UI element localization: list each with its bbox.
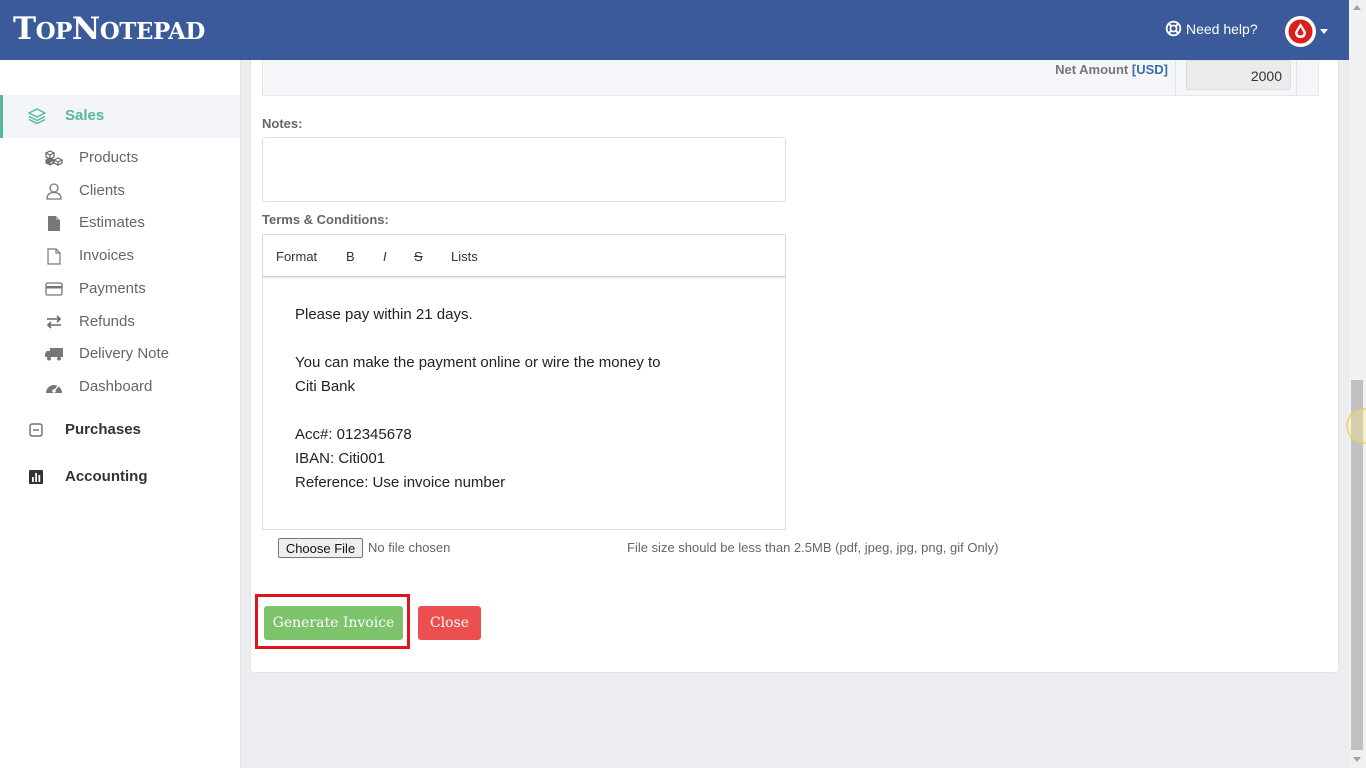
- boxes-icon: [44, 149, 64, 167]
- sidebar-item-label: Delivery Note: [79, 345, 170, 362]
- user-avatar[interactable]: [1285, 16, 1316, 47]
- user-menu-chevron-down-icon[interactable]: [1320, 29, 1328, 34]
- lists-button[interactable]: Lists: [451, 249, 478, 264]
- sidebar-item-invoices[interactable]: Invoices: [0, 240, 240, 272]
- layers-icon: [27, 108, 47, 129]
- column-divider: [1175, 60, 1176, 96]
- net-amount-row: Net Amount [USD] 2000: [262, 60, 1319, 96]
- need-help-label: Need help?: [1186, 20, 1258, 37]
- currency-label: [USD]: [1131, 62, 1168, 77]
- file-size-hint: File size should be less than 2.5MB (pdf…: [627, 540, 999, 555]
- sidebar-item-delivery-note[interactable]: Delivery Note: [0, 338, 240, 370]
- credit-card-icon: [44, 280, 64, 298]
- sidebar-item-accounting[interactable]: Accounting: [0, 459, 240, 495]
- notes-textarea[interactable]: [262, 137, 786, 202]
- terms-line: Reference: Use invoice number: [295, 474, 506, 491]
- choose-file-button[interactable]: Choose File: [278, 538, 363, 558]
- sidebar-item-label: Payments: [79, 280, 146, 297]
- terms-line: Acc#: 012345678: [295, 426, 412, 443]
- sidebar-item-label: Invoices: [79, 247, 135, 264]
- page-scrollbar[interactable]: [1349, 0, 1366, 768]
- sidebar-item-estimates[interactable]: Estimates: [0, 207, 240, 239]
- sidebar-item-label: Refunds: [79, 313, 135, 330]
- brand-drop-icon: [1288, 19, 1313, 44]
- app-logo[interactable]: TOPNOTEPAD: [13, 9, 205, 52]
- file-status-text: No file chosen: [368, 540, 451, 555]
- bold-button[interactable]: B: [346, 249, 355, 264]
- terms-line: Citi Bank: [295, 378, 356, 395]
- generate-invoice-button[interactable]: Generate Invoice: [264, 606, 403, 640]
- sidebar-item-label: Sales: [65, 107, 105, 124]
- bar-chart-icon: [27, 468, 45, 486]
- lifebuoy-icon: [1165, 20, 1182, 37]
- sidebar-item-refunds[interactable]: Refunds: [0, 306, 240, 338]
- sidebar: Sales Products Clients Estimates Invoice…: [0, 60, 241, 768]
- invoice-form-card: Net Amount [USD] 2000 Notes: Terms & Con…: [250, 60, 1339, 673]
- truck-icon: [44, 345, 64, 363]
- document-filled-icon: [44, 214, 64, 232]
- net-amount-field: 2000: [1186, 60, 1291, 90]
- terms-line: [295, 399, 661, 423]
- sidebar-item-label: Dashboard: [79, 378, 153, 395]
- italic-button[interactable]: I: [383, 249, 387, 264]
- sidebar-item-sales[interactable]: Sales: [0, 95, 240, 138]
- minus-square-icon: [27, 421, 45, 439]
- top-navbar: TOPNOTEPAD Need help?: [0, 0, 1349, 60]
- sidebar-item-label: Products: [79, 149, 139, 166]
- sidebar-item-products[interactable]: Products: [0, 142, 240, 174]
- sidebar-item-dashboard[interactable]: Dashboard: [0, 371, 240, 403]
- terms-editor-content[interactable]: Please pay within 21 days. You can make …: [295, 303, 661, 495]
- scroll-up-arrow-icon[interactable]: [1353, 5, 1361, 10]
- gauge-icon: [44, 378, 64, 396]
- format-button[interactable]: Format: [276, 249, 317, 264]
- exchange-arrows-icon: [44, 313, 64, 331]
- document-outline-icon: [44, 247, 64, 265]
- sidebar-item-label: Clients: [79, 182, 125, 199]
- sidebar-item-clients[interactable]: Clients: [0, 175, 240, 207]
- notes-label: Notes:: [262, 116, 303, 131]
- column-divider: [1296, 60, 1297, 96]
- need-help-link[interactable]: Need help?: [1165, 20, 1258, 37]
- net-amount-label: Net Amount [USD]: [1055, 62, 1168, 77]
- scroll-down-arrow-icon[interactable]: [1353, 757, 1361, 762]
- strikethrough-button[interactable]: S: [414, 249, 423, 264]
- user-icon: [44, 182, 64, 200]
- terms-line: You can make the payment online or wire …: [295, 354, 661, 371]
- sidebar-item-purchases[interactable]: Purchases: [0, 412, 240, 448]
- sidebar-item-label: Accounting: [65, 468, 148, 485]
- sidebar-item-label: Purchases: [65, 421, 141, 438]
- terms-line: Please pay within 21 days.: [295, 306, 473, 323]
- sidebar-item-payments[interactable]: Payments: [0, 273, 240, 305]
- terms-line: [295, 327, 661, 351]
- editor-toolbar: Format B I S Lists: [263, 235, 785, 277]
- terms-line: IBAN: Citi001: [295, 450, 386, 467]
- terms-editor: Format B I S Lists Please pay within 21 …: [262, 234, 786, 530]
- terms-label: Terms & Conditions:: [262, 212, 389, 227]
- sidebar-item-label: Estimates: [79, 214, 145, 231]
- close-button[interactable]: Close: [418, 606, 481, 640]
